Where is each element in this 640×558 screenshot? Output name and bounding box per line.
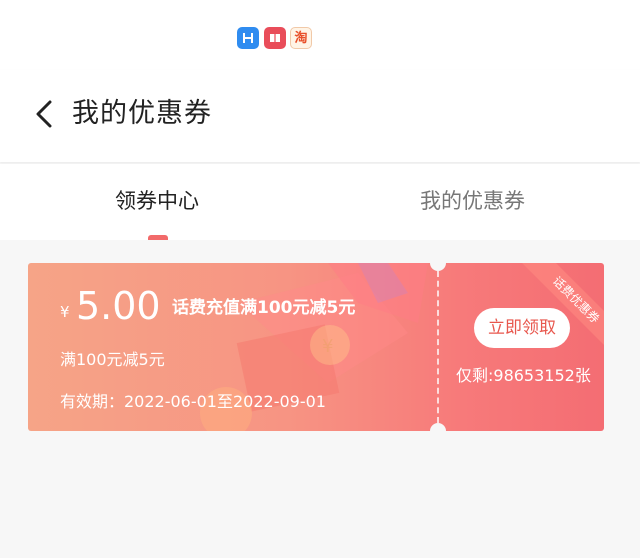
coupon-name: 话费充值满100元减5元 <box>172 298 356 318</box>
currency-symbol: ¥ <box>60 303 70 321</box>
remaining-count: 仅剩:98653152张 <box>456 366 591 385</box>
tab-my-coupons[interactable]: 我的优惠券 <box>420 186 525 216</box>
coupon-card: ¥ ¥ 5.00 话费充值满100元减5元 满100元减5元 有效期：2022-… <box>28 263 604 431</box>
coupon-amount: 5.00 <box>76 284 161 328</box>
coupon-validity: 有效期：2022-06-01至2022-09-01 <box>60 392 326 411</box>
page-title: 我的优惠券 <box>72 98 212 129</box>
coupon-notch-bottom <box>430 423 446 431</box>
coupon-perforation <box>437 271 439 423</box>
app-blue-icon <box>237 27 259 49</box>
active-tab-indicator <box>148 235 168 240</box>
svg-text:¥: ¥ <box>322 336 333 357</box>
tab-coupon-center[interactable]: 领券中心 <box>115 186 199 216</box>
back-button[interactable] <box>28 96 62 132</box>
top-nav-bar: 我的优惠券 <box>0 70 640 162</box>
coupon-notch-top <box>430 263 446 271</box>
taobao-icon: 淘 <box>290 27 312 49</box>
tab-bar: 领券中心 我的优惠券 <box>0 164 640 240</box>
ribbon-label: 话费优惠券 <box>518 263 604 352</box>
coupon-condition: 满100元减5元 <box>60 350 165 369</box>
coupon-corner-ribbon: 话费优惠券 <box>516 263 604 352</box>
chevron-left-icon <box>36 100 52 128</box>
status-bar: 淘 <box>0 0 640 70</box>
book-icon <box>264 27 286 49</box>
